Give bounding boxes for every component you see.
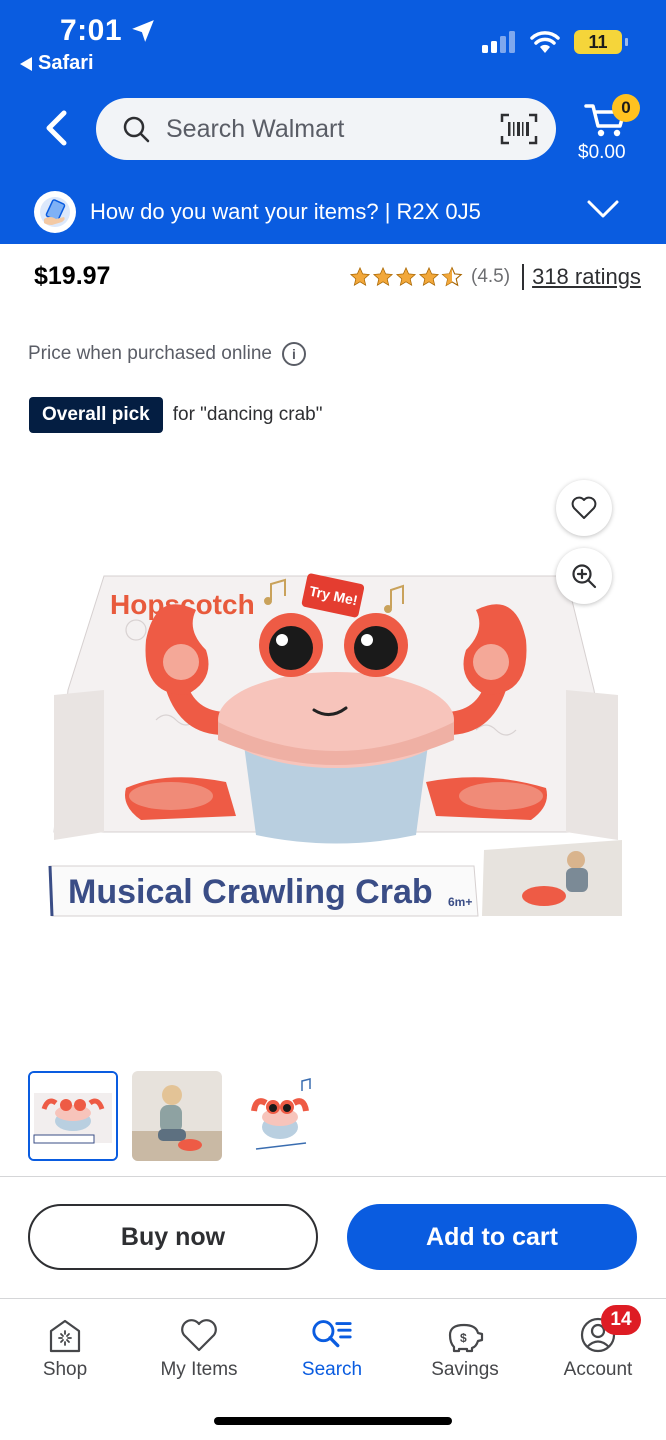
- back-app-label: Safari: [38, 52, 94, 74]
- cart-count-badge: 0: [612, 94, 640, 122]
- nav-label-shop: Shop: [42, 1359, 88, 1380]
- rating-value: (4.5): [471, 266, 511, 287]
- nav-label-my-items: My Items: [160, 1359, 238, 1380]
- section-divider: [0, 1176, 666, 1177]
- account-notification-badge: 14: [601, 1305, 641, 1335]
- nav-label-search: Search: [301, 1359, 363, 1380]
- rating-stars: [349, 266, 463, 288]
- buy-now-button[interactable]: Buy now: [28, 1204, 318, 1270]
- price-note: Price when purchased online i: [28, 342, 306, 366]
- product-image[interactable]: Hopscotch Try Me! Musical Crawling Crab …: [46, 570, 624, 920]
- search-icon: [123, 116, 150, 143]
- top-header: 7:01 Safari 11 Search Walmart 0 $0.00 Ho…: [0, 0, 666, 244]
- status-time: 7:01: [60, 14, 156, 48]
- zoom-button[interactable]: [556, 548, 612, 604]
- nav-label-savings: Savings: [431, 1359, 499, 1380]
- delivery-hand-icon: [34, 191, 76, 233]
- location-arrow-icon: [132, 20, 154, 42]
- piggy-bank-icon: $: [443, 1315, 487, 1355]
- chevron-down-icon: [587, 200, 619, 218]
- chevron-left-icon: [46, 110, 67, 146]
- search-input[interactable]: Search Walmart: [96, 98, 556, 160]
- heart-icon: [177, 1315, 221, 1355]
- status-indicators: 11: [482, 30, 628, 54]
- search-list-icon: [310, 1315, 354, 1355]
- box-title: Musical Crawling Crab: [68, 873, 433, 911]
- nav-label-account: Account: [563, 1359, 633, 1380]
- cart-button[interactable]: 0 $0.00: [574, 92, 640, 168]
- favorite-button[interactable]: [556, 480, 612, 536]
- home-indicator: [214, 1417, 452, 1425]
- signal-icon: [482, 31, 515, 53]
- store-icon: [43, 1315, 87, 1355]
- star-icon: [395, 266, 417, 287]
- status-time-text: 7:01: [60, 14, 123, 47]
- svg-text:$: $: [460, 1331, 467, 1345]
- back-triangle-icon: [20, 56, 32, 71]
- nav-item-search[interactable]: Search: [277, 1315, 387, 1381]
- thumbnail-box[interactable]: [28, 1071, 118, 1161]
- nav-item-shop[interactable]: Shop: [10, 1315, 120, 1381]
- thumbnail-child[interactable]: [132, 1071, 222, 1161]
- product-rating: (4.5) 318 ratings: [349, 262, 641, 292]
- info-icon[interactable]: i: [282, 342, 306, 366]
- delivery-selector[interactable]: How do you want your items? | R2X 0J5: [0, 182, 666, 242]
- thumbnail-motion[interactable]: [236, 1071, 326, 1161]
- rating-divider: [522, 264, 525, 290]
- back-button[interactable]: [36, 108, 76, 148]
- overall-pick-row: Overall pick for "dancing crab": [29, 397, 322, 433]
- overall-pick-context: for "dancing crab": [172, 404, 323, 425]
- nav-item-account[interactable]: Account 14: [543, 1305, 653, 1381]
- back-to-safari[interactable]: Safari: [20, 52, 94, 75]
- delivery-prompt: How do you want your items? | R2X 0J5: [90, 199, 481, 224]
- thumbnail-child-image: [132, 1071, 222, 1161]
- ratings-count-link[interactable]: 318 ratings: [532, 264, 641, 290]
- box-age: 6m+: [448, 895, 472, 909]
- image-thumbnails: [28, 1071, 326, 1161]
- search-placeholder: Search Walmart: [166, 114, 345, 143]
- overall-pick-badge: Overall pick: [29, 397, 163, 433]
- thumbnail-motion-image: [236, 1071, 326, 1161]
- add-to-cart-button[interactable]: Add to cart: [347, 1204, 637, 1270]
- zoom-in-icon: [572, 564, 597, 589]
- half-star-icon: [441, 266, 463, 287]
- cart-total: $0.00: [578, 142, 626, 163]
- barcode-scanner-icon[interactable]: [500, 113, 538, 145]
- heart-icon: [571, 496, 597, 519]
- nav-item-my-items[interactable]: My Items: [144, 1315, 254, 1381]
- star-icon: [372, 266, 394, 287]
- product-price: $19.97: [34, 262, 111, 290]
- star-icon: [418, 266, 440, 287]
- nav-item-savings[interactable]: $ Savings: [410, 1315, 520, 1381]
- battery-indicator: 11: [574, 30, 628, 54]
- battery-level: 11: [588, 31, 608, 52]
- star-icon: [349, 266, 371, 287]
- price-note-text: Price when purchased online: [28, 343, 272, 364]
- thumbnail-box-image: [30, 1073, 116, 1159]
- wifi-icon: [530, 31, 560, 53]
